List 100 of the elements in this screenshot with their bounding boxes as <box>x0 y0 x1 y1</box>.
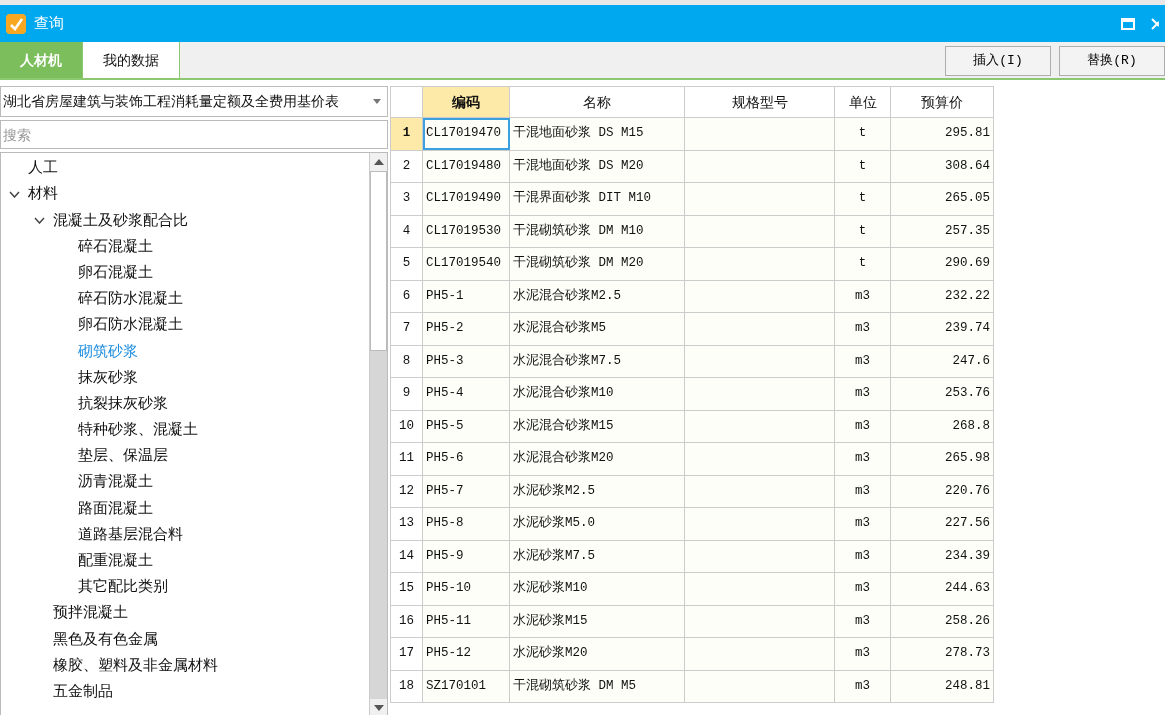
maximize-icon[interactable] <box>1121 17 1135 30</box>
tree-item[interactable]: 卵石混凝土 <box>1 259 369 286</box>
window-title: 查询 <box>34 13 64 35</box>
tree-item[interactable]: 材料 <box>1 181 369 208</box>
tree-item[interactable]: 砌筑砂浆 <box>1 338 369 365</box>
tree-item[interactable]: 配重混凝土 <box>1 547 369 574</box>
table-cell: CL17019490 <box>422 182 510 215</box>
table-cell: PH5-12 <box>422 637 510 670</box>
action-button[interactable]: 替换(R) <box>1059 46 1165 76</box>
table-cell: m3 <box>834 605 891 638</box>
scrollbar[interactable] <box>369 153 387 715</box>
table-cell: 水泥混合砂浆M15 <box>509 410 685 443</box>
table-cell: m3 <box>834 670 891 703</box>
scroll-up-icon[interactable] <box>373 159 384 165</box>
tree-item[interactable]: 抗裂抹灰砂浆 <box>1 390 369 417</box>
close-icon[interactable] <box>1151 17 1159 30</box>
row-number: 1 <box>390 117 423 150</box>
table-cell: PH5-2 <box>422 312 510 345</box>
table-cell: t <box>834 150 891 183</box>
table-cell: 水泥混合砂浆M2.5 <box>509 280 685 313</box>
tree-item[interactable]: 特种砂浆、混凝土 <box>1 416 369 444</box>
dropdown-arrow-icon <box>373 99 381 104</box>
tree-item[interactable]: 五金制品 <box>1 678 369 705</box>
table-cell: PH5-4 <box>422 377 510 410</box>
table-cell: 干混砌筑砂浆 DM M5 <box>509 670 685 703</box>
table-cell: PH5-3 <box>422 345 510 378</box>
row-number: 7 <box>390 312 423 345</box>
column-header[interactable]: 编码 <box>422 86 510 118</box>
search-field[interactable]: 搜索 <box>0 120 388 149</box>
tree-item[interactable]: 橡胶、塑料及非金属材料 <box>1 652 369 679</box>
table-cell: 水泥混合砂浆M20 <box>509 442 685 475</box>
tree-item[interactable]: 混凝土及砂浆配合比 <box>1 207 369 234</box>
table-cell: PH5-10 <box>422 572 510 605</box>
row-number: 4 <box>390 215 423 248</box>
scroll-down-icon[interactable] <box>373 705 384 711</box>
tree-item[interactable]: 人工 <box>1 155 369 182</box>
tree-item[interactable]: 预拌混凝土 <box>1 600 369 627</box>
table-cell: PH5-8 <box>422 507 510 540</box>
row-number: 12 <box>390 475 423 508</box>
chevron-down-icon[interactable] <box>34 216 45 224</box>
tree-item[interactable]: 沥青混凝土 <box>1 469 369 496</box>
table-cell: 干混地面砂浆 DS M20 <box>509 150 685 183</box>
table-cell: 278.73 <box>890 637 994 670</box>
table-cell: t <box>834 247 891 280</box>
table-cell: 水泥砂浆M20 <box>509 637 685 670</box>
table-cell: PH5-5 <box>422 410 510 443</box>
row-number: 14 <box>390 540 423 573</box>
table-cell: 239.74 <box>890 312 994 345</box>
table-cell: 265.05 <box>890 182 994 215</box>
tree-item[interactable]: 黑色及有色金属 <box>1 626 369 653</box>
row-number: 18 <box>390 670 423 703</box>
table-cell: CL17019540 <box>422 247 510 280</box>
table-cell: 248.81 <box>890 670 994 703</box>
tree-item[interactable]: 卵石防水混凝土 <box>1 312 369 339</box>
table-cell: t <box>834 117 891 150</box>
table-cell: 290.69 <box>890 247 994 280</box>
tree-item[interactable]: 其它配比类别 <box>1 574 369 601</box>
table-cell: 220.76 <box>890 475 994 508</box>
table-cell: m3 <box>834 280 891 313</box>
table-cell: 244.63 <box>890 572 994 605</box>
row-number: 8 <box>390 345 423 378</box>
row-number: 16 <box>390 605 423 638</box>
row-number: 11 <box>390 442 423 475</box>
table-cell: 水泥砂浆M10 <box>509 572 685 605</box>
column-header[interactable]: 名称 <box>509 86 685 118</box>
table-cell: 234.39 <box>890 540 994 573</box>
row-number: 17 <box>390 637 423 670</box>
row-number: 9 <box>390 377 423 410</box>
table-cell: 水泥混合砂浆M5 <box>509 312 685 345</box>
column-header[interactable]: 规格型号 <box>684 86 835 118</box>
library-dropdown[interactable]: 湖北省房屋建筑与装饰工程消耗量定额及全费用基价表 <box>0 86 388 117</box>
table-cell: 232.22 <box>890 280 994 313</box>
table-cell: 247.6 <box>890 345 994 378</box>
tree-item[interactable]: 路面混凝土 <box>1 495 369 522</box>
column-header[interactable]: 单位 <box>834 86 891 118</box>
tree-item[interactable]: 碎石防水混凝土 <box>1 285 369 313</box>
row-number: 10 <box>390 410 423 443</box>
tab[interactable]: 我的数据 <box>83 42 180 78</box>
app-icon <box>6 13 26 34</box>
table-cell: 268.8 <box>890 410 994 443</box>
tree-item[interactable]: 垫层、保温层 <box>1 443 369 470</box>
library-name: 湖北省房屋建筑与装饰工程消耗量定额及全费用基价表 <box>3 92 339 111</box>
tree-item[interactable]: 碎石混凝土 <box>1 233 369 260</box>
table-cell: SZ170101 <box>422 670 510 703</box>
row-number: 3 <box>390 182 423 215</box>
tree-item[interactable]: 道路基层混合料 <box>1 521 369 548</box>
table-cell: m3 <box>834 475 891 508</box>
table-cell: 水泥砂浆M5.0 <box>509 507 685 540</box>
table-cell: 308.64 <box>890 150 994 183</box>
row-number: 6 <box>390 280 423 313</box>
row-number: 5 <box>390 247 423 280</box>
table-cell: CL17019480 <box>422 150 510 183</box>
column-header[interactable]: 预算价 <box>890 86 994 118</box>
table-cell: 258.26 <box>890 605 994 638</box>
table-cell: m3 <box>834 312 891 345</box>
chevron-down-icon[interactable] <box>9 190 20 198</box>
tree-item[interactable]: 抹灰砂浆 <box>1 364 369 391</box>
table-cell: 干混砌筑砂浆 DM M10 <box>509 215 685 248</box>
action-button[interactable]: 插入(I) <box>945 46 1051 76</box>
table-cell: 227.56 <box>890 507 994 540</box>
